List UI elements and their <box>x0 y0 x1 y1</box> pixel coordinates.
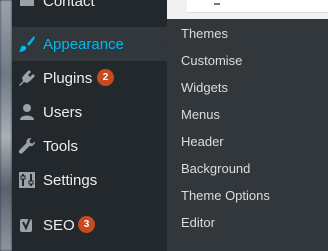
sidebar-item-label: Settings <box>43 171 98 189</box>
background-content-strip <box>0 0 12 251</box>
submenu-item-editor[interactable]: Editor <box>181 215 215 230</box>
sidebar-item-label: Contact <box>43 0 95 10</box>
appearance-submenu: Themes Customise Widgets Menus Header Ba… <box>167 19 328 251</box>
content-area-top <box>167 0 328 19</box>
submenu-item-themes[interactable]: Themes <box>181 26 228 41</box>
yoast-seo-icon <box>18 216 36 234</box>
sidebar-item-plugins[interactable]: Plugins 2 <box>12 61 167 95</box>
sidebar-item-appearance[interactable]: Appearance <box>12 27 167 61</box>
admin-sidebar: Contact Appearance Plugins 2 Users Tools… <box>12 0 167 251</box>
submenu-item-customise[interactable]: Customise <box>181 53 242 68</box>
submenu-item-header[interactable]: Header <box>181 134 224 149</box>
submenu-item-menus[interactable]: Menus <box>181 107 220 122</box>
minus-icon <box>214 3 220 5</box>
notification-count-badge: 3 <box>78 216 95 233</box>
contact-icon <box>18 0 36 10</box>
sidebar-item-label: Plugins <box>43 69 93 87</box>
submenu-item-widgets[interactable]: Widgets <box>181 80 228 95</box>
submenu-item-background[interactable]: Background <box>181 161 250 176</box>
sidebar-item-tools[interactable]: Tools <box>12 129 167 163</box>
menu-separator <box>12 197 167 205</box>
sidebar-item-seo[interactable]: SEO 3 <box>12 208 167 242</box>
update-count-badge: 2 <box>97 69 114 86</box>
flyout-pointer <box>159 36 167 52</box>
settings-icon <box>18 171 36 189</box>
sidebar-item-contact[interactable]: Contact <box>12 0 167 18</box>
sidebar-item-label: SEO <box>43 216 75 234</box>
sidebar-item-label: Users <box>43 103 83 121</box>
sidebar-item-label: Tools <box>43 137 79 155</box>
sidebar-item-users[interactable]: Users <box>12 95 167 129</box>
wrench-icon <box>18 137 36 155</box>
paintbrush-icon <box>18 35 36 53</box>
content-panel <box>187 0 328 13</box>
sidebar-item-settings[interactable]: Settings <box>12 163 167 197</box>
user-icon <box>18 103 36 121</box>
sidebar-item-label: Appearance <box>43 35 124 53</box>
plugin-icon <box>18 69 36 87</box>
wp-admin-screen: Contact Appearance Plugins 2 Users Tools… <box>0 0 328 251</box>
submenu-item-theme-options[interactable]: Theme Options <box>181 188 270 203</box>
